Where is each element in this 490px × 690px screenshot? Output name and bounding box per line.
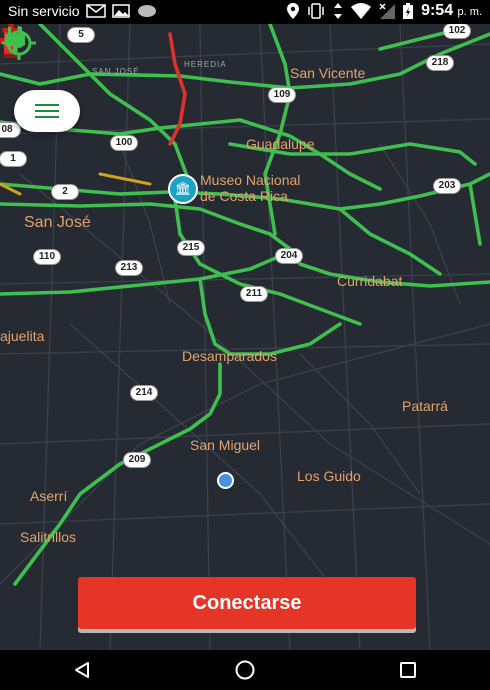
chat-bubble-icon (137, 5, 156, 17)
place-label: Curridabat (337, 273, 403, 289)
status-left: Sin servicio (8, 3, 158, 19)
image-icon (111, 4, 130, 18)
place-label: de Costa Rica (200, 188, 288, 204)
place-label: Patarrá (402, 398, 448, 414)
status-right: 9:54 p. m. (287, 2, 482, 20)
gmail-icon (85, 4, 106, 18)
route-shield: 213 (116, 261, 142, 275)
status-time: 9:54 p. m. (421, 2, 482, 19)
route-shield: 204 (276, 249, 302, 263)
data-arrows-icon (334, 3, 343, 19)
route-shield: 5 (68, 28, 94, 42)
route-shield: 214 (131, 386, 157, 400)
route-shield: 211 (241, 287, 267, 301)
place-label: San Miguel (190, 437, 261, 453)
road-label-san-jose: SAN JOSÉ (92, 67, 140, 76)
route-shield: 218 (427, 56, 453, 70)
route-shield: 203 (434, 179, 460, 193)
wifi-icon (351, 3, 372, 19)
place-label: San Vicente (290, 65, 366, 81)
gps-locate-icon[interactable] (0, 24, 38, 62)
museum-icon[interactable]: 🏛 (168, 174, 198, 204)
back-triangle-icon (74, 662, 89, 678)
back-button[interactable] (52, 650, 112, 690)
place-label: Salitrillos (20, 529, 77, 545)
road-label-heredia: HEREDIA (184, 60, 227, 69)
home-button[interactable] (215, 650, 275, 690)
map-view[interactable]: SAN JOSÉ HEREDIA 5 102 218 109 08 100 1 … (0, 24, 490, 650)
route-shield: 109 (269, 88, 295, 102)
connect-button[interactable]: Conectarse (78, 577, 416, 629)
battery-charging-icon (403, 3, 414, 19)
place-label: Los Guido (297, 468, 361, 484)
route-shield: 2 (52, 185, 78, 199)
location-icon (287, 3, 300, 19)
route-shield: 209 (124, 453, 150, 467)
route-shield: 08 (0, 123, 20, 137)
route-shield: 110 (34, 250, 60, 264)
user-location-dot (217, 472, 234, 489)
system-nav-bar (0, 650, 490, 690)
place-label: Desamparados (182, 348, 277, 364)
route-shield: 1 (0, 152, 26, 166)
menu-button[interactable] (14, 90, 80, 132)
place-label: Museo Nacional (200, 172, 301, 188)
carrier-text: Sin servicio (8, 3, 80, 19)
recents-button[interactable] (378, 650, 438, 690)
no-signal-icon (379, 3, 396, 19)
route-shield: 215 (178, 241, 204, 255)
place-label: Guadalupe (246, 136, 315, 152)
place-label: San José (24, 214, 91, 231)
route-shield: 100 (111, 136, 137, 150)
home-circle-icon (235, 660, 255, 680)
route-shield: 102 (444, 24, 470, 38)
vibrate-icon (308, 3, 324, 19)
place-label: ajuelita (0, 328, 45, 344)
status-bar: Sin servicio 9:54 p. m. (0, 0, 490, 24)
place-label: Aserrí (30, 488, 68, 504)
hamburger-menu-icon (35, 104, 59, 106)
recents-square-icon (400, 662, 417, 678)
